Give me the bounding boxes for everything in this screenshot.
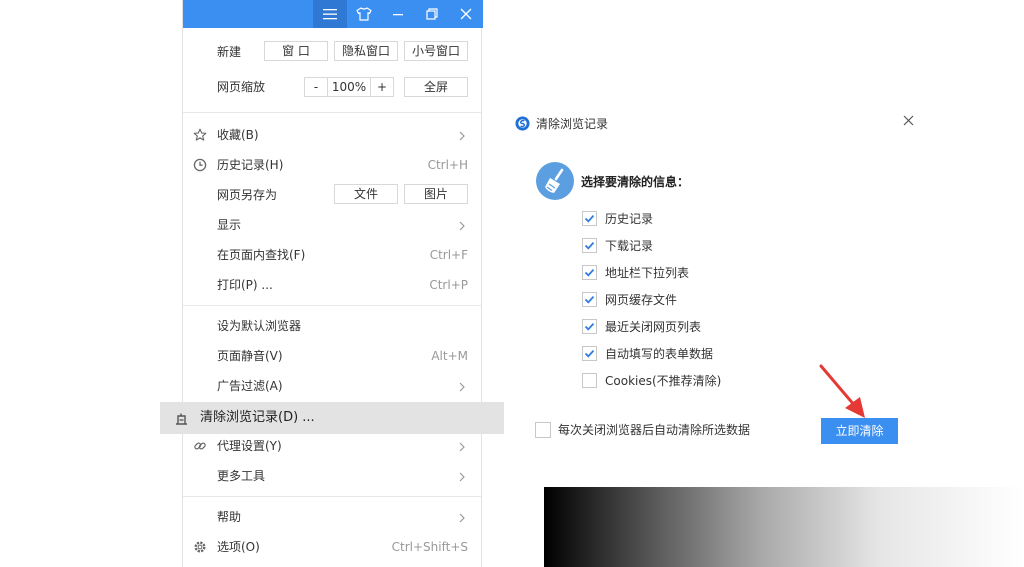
menu-item-options[interactable]: 选项(O) Ctrl+Shift+S xyxy=(183,532,483,562)
menu-item-favorites[interactable]: 收藏(B) xyxy=(183,120,483,150)
menu-item-label: 页面静音(V) xyxy=(217,349,283,363)
restore-icon[interactable] xyxy=(415,0,449,28)
menu-item-find[interactable]: 在页面内查找(F) Ctrl+F xyxy=(183,240,483,270)
clear-history-icon xyxy=(175,412,188,428)
menu-item-label: 网页另存为 xyxy=(217,188,278,202)
checkbox[interactable] xyxy=(582,211,597,226)
auto-clear-checkbox[interactable] xyxy=(535,422,551,438)
menu-divider xyxy=(183,305,481,306)
menu-item-shortcut: Ctrl+P xyxy=(429,278,468,292)
dialog-heading: 选择要清除的信息： xyxy=(581,175,690,189)
gear-icon xyxy=(193,540,207,554)
new-mini-window-button[interactable]: 小号窗口 xyxy=(404,41,468,61)
skin-icon[interactable] xyxy=(347,0,381,28)
chevron-right-icon xyxy=(459,441,465,455)
clock-icon xyxy=(193,158,207,172)
browser-logo-icon xyxy=(515,116,530,134)
menu-item-adblock[interactable]: 广告过滤(A) xyxy=(183,371,483,401)
zoom-in-button[interactable]: + xyxy=(370,77,394,97)
new-private-window-button[interactable]: 隐私窗口 xyxy=(334,41,398,61)
menu-divider xyxy=(183,496,481,497)
menu-item-label: 设为默认浏览器 xyxy=(217,319,302,333)
menu-titlebar xyxy=(183,0,483,28)
gradient-strip xyxy=(544,487,1024,567)
zoom-value: 100% xyxy=(327,77,371,97)
checkbox-label: 历史记录 xyxy=(605,212,654,226)
checkbox-label: Cookies(不推荐清除) xyxy=(605,374,722,388)
menu-item-help[interactable]: 帮助 xyxy=(183,502,483,532)
checkbox[interactable] xyxy=(582,265,597,280)
checkbox[interactable] xyxy=(582,319,597,334)
menu-item-label: 帮助 xyxy=(217,510,242,524)
menu-item-label: 代理设置(Y) xyxy=(217,439,282,453)
menu-divider xyxy=(183,112,481,113)
menu-new-label: 新建 xyxy=(217,45,242,59)
annotation-arrow-icon xyxy=(815,362,875,427)
chevron-right-icon xyxy=(459,471,465,485)
menu-item-default-browser[interactable]: 设为默认浏览器 xyxy=(183,311,483,341)
checkbox[interactable] xyxy=(582,238,597,253)
link-icon xyxy=(193,439,207,453)
chevron-right-icon xyxy=(459,512,465,526)
close-icon[interactable] xyxy=(903,115,914,129)
close-icon[interactable] xyxy=(449,0,483,28)
save-as-file-button[interactable]: 文件 xyxy=(334,184,398,204)
chevron-right-icon xyxy=(459,220,465,234)
menu-item-label: 打印(P) ... xyxy=(217,278,273,292)
menu-item-label: 清除浏览记录(D) ... xyxy=(200,410,315,425)
checkbox-label: 网页缓存文件 xyxy=(605,293,678,307)
checkbox-label: 最近关闭网页列表 xyxy=(605,320,702,334)
menu-item-clear-history[interactable]: 清除浏览记录(D) ... xyxy=(160,402,504,434)
menu-item-print[interactable]: 打印(P) ... Ctrl+P xyxy=(183,270,483,300)
checkbox-label: 下载记录 xyxy=(605,239,654,253)
menu-item-shortcut: Ctrl+H xyxy=(427,158,468,172)
browser-menu: 新建 窗 口 隐私窗口 小号窗口 网页缩放 - 100% + 全屏 收藏(B) … xyxy=(182,0,483,567)
checkbox[interactable] xyxy=(582,346,597,361)
checkbox-label: 地址栏下拉列表 xyxy=(605,266,690,280)
menu-item-mute[interactable]: 页面静音(V) Alt+M xyxy=(183,341,483,371)
star-icon xyxy=(193,128,207,142)
minimize-icon[interactable] xyxy=(381,0,415,28)
menu-icon[interactable] xyxy=(313,0,347,28)
menu-item-label: 广告过滤(A) xyxy=(217,379,283,393)
chevron-right-icon xyxy=(459,381,465,395)
menu-zoom-label: 网页缩放 xyxy=(217,80,266,94)
chevron-right-icon xyxy=(459,130,465,144)
menu-item-shortcut: Alt+M xyxy=(431,349,468,363)
menu-item-proxy[interactable]: 代理设置(Y) xyxy=(183,431,483,461)
menu-item-label: 更多工具 xyxy=(217,469,266,483)
checkbox-label: 自动填写的表单数据 xyxy=(605,347,714,361)
broom-icon xyxy=(536,162,574,203)
new-window-button[interactable]: 窗 口 xyxy=(264,41,328,61)
zoom-out-button[interactable]: - xyxy=(304,77,328,97)
menu-item-more-tools[interactable]: 更多工具 xyxy=(183,461,483,491)
menu-item-label: 在页面内查找(F) xyxy=(217,248,306,262)
checkbox[interactable] xyxy=(582,292,597,307)
menu-item-label: 收藏(B) xyxy=(217,128,259,142)
menu-item-display[interactable]: 显示 xyxy=(183,210,483,240)
menu-item-label: 显示 xyxy=(217,218,242,232)
menu-item-label: 历史记录(H) xyxy=(217,158,284,172)
menu-item-history[interactable]: 历史记录(H) Ctrl+H xyxy=(183,150,483,180)
menu-item-label: 选项(O) xyxy=(217,540,260,554)
menu-item-shortcut: Ctrl+F xyxy=(429,248,468,262)
dialog-title: 清除浏览记录 xyxy=(536,117,609,131)
auto-clear-label: 每次关闭浏览器后自动清除所选数据 xyxy=(558,423,751,437)
save-as-image-button[interactable]: 图片 xyxy=(404,184,468,204)
menu-item-shortcut: Ctrl+Shift+S xyxy=(391,540,468,554)
checkbox[interactable] xyxy=(582,373,597,388)
fullscreen-button[interactable]: 全屏 xyxy=(404,77,468,97)
